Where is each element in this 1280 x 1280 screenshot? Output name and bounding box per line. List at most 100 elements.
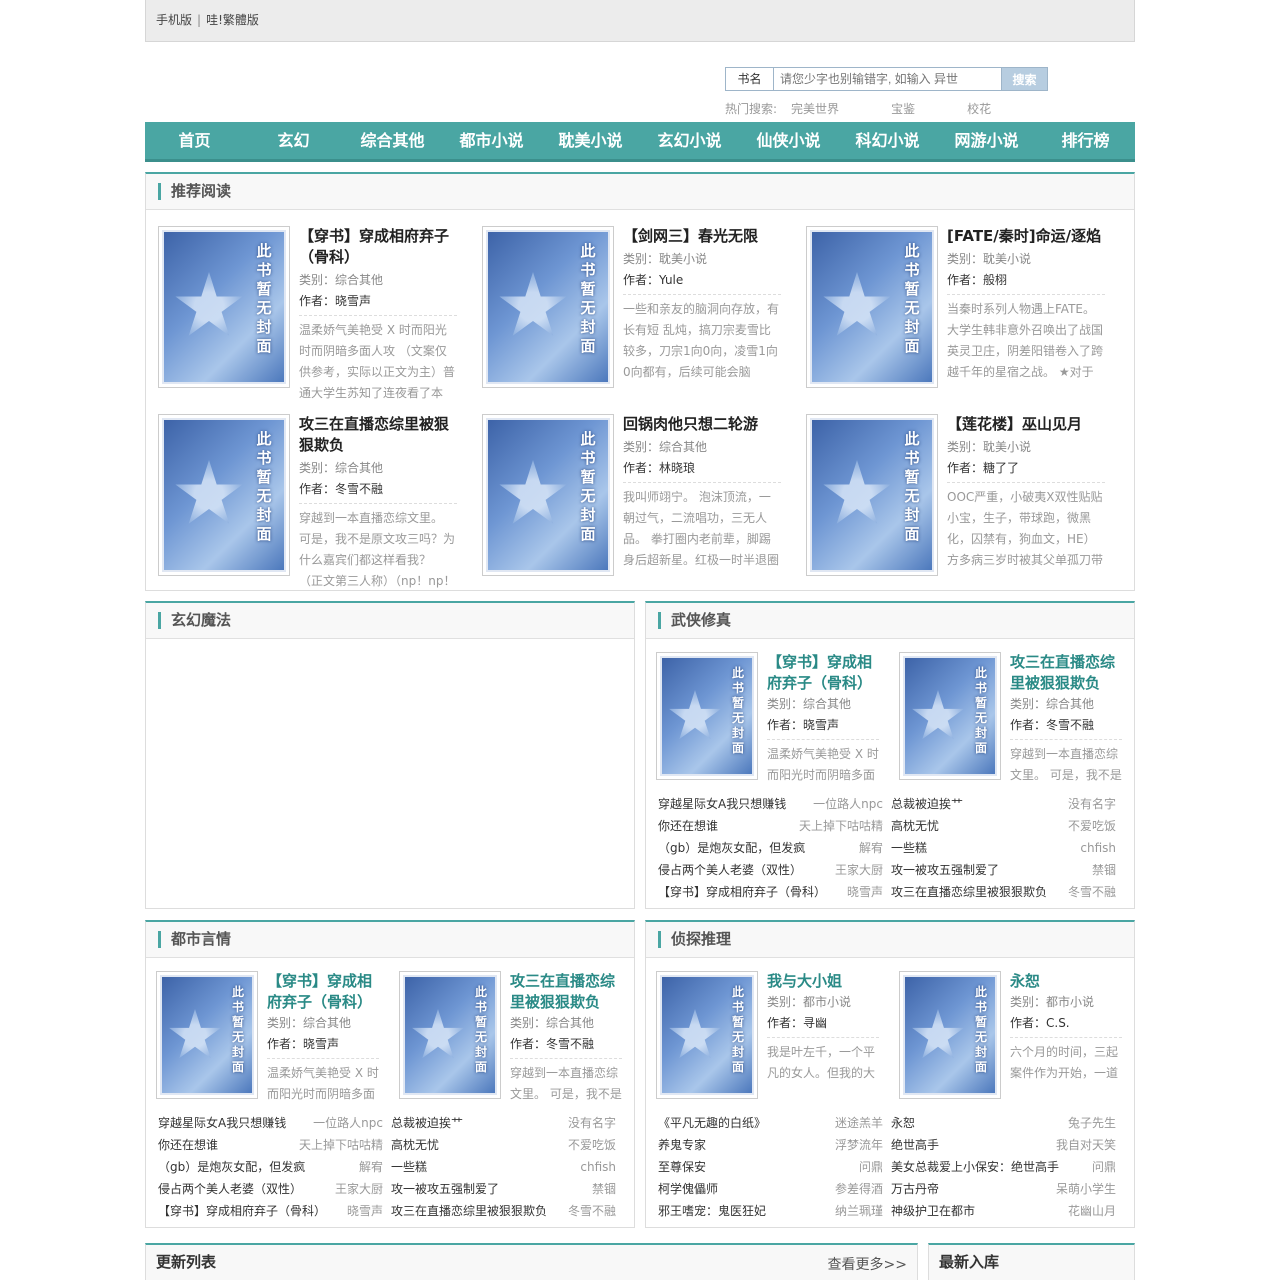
list-item-title[interactable]: 穿越星际女A我只想赚钱: [658, 793, 786, 815]
nav-urban[interactable]: 都市小说: [442, 122, 541, 159]
mobile-version-link[interactable]: 手机版: [156, 13, 192, 27]
book-author: 作者：晓雪声: [767, 715, 879, 740]
list-item-title[interactable]: （gb）是炮灰女配，但发疯: [158, 1156, 305, 1178]
book-cover[interactable]: 此书暂无封面: [656, 652, 758, 780]
cover-decoration: [823, 272, 891, 336]
book-description: 我叫师翊宁。 泡沫顶流，一朝过气，二流唱功，三无人品。 拳打圈内老前辈，脚踢身后…: [623, 490, 780, 567]
book-description: 温柔娇气美艳受 X 时而阳光时而阴暗多面人攻 （文案仅供参考，实际以正文为主）普…: [299, 323, 456, 400]
nav-game[interactable]: 网游小说: [937, 122, 1036, 159]
book-title[interactable]: 【莲花楼】巫山见月: [947, 414, 1105, 435]
book-cover[interactable]: 此书暂无封面: [482, 226, 614, 388]
nav-xuanhuan[interactable]: 玄幻: [244, 122, 343, 159]
list-item: 你还在想谁 天上掉下咕咕精: [658, 815, 883, 837]
book-cover[interactable]: 此书暂无封面: [899, 971, 1001, 1099]
list-item-title[interactable]: 高枕无忧: [391, 1134, 439, 1156]
book-list: 总裁被迫挨艹 没有名字 高枕无忧 不爱吃饭 一些糕 chfish 攻一被攻五强制爱了 禁锢 攻三…: [891, 793, 1116, 903]
list-item-title[interactable]: 一些糕: [391, 1156, 427, 1178]
book-title[interactable]: 永恕: [1010, 971, 1122, 992]
book-cover[interactable]: 此书暂无封面: [156, 971, 258, 1099]
book-cover[interactable]: 此书暂无封面: [158, 414, 290, 576]
list-item-author: 没有名字: [567, 1116, 616, 1130]
book-cover[interactable]: 此书暂无封面: [806, 226, 938, 388]
list-item-title[interactable]: 一些糕: [891, 837, 927, 859]
book-cover[interactable]: 此书暂无封面: [656, 971, 758, 1099]
cover-image: 此书暂无封面: [162, 418, 286, 572]
book-title[interactable]: 【穿书】穿成相府弃子（骨科）: [767, 652, 879, 694]
panel-header: 最新入库: [929, 1245, 1134, 1280]
book-category: 类别：综合其他: [299, 461, 384, 475]
list-item-title[interactable]: 《平凡无趣的白纸》: [658, 1112, 766, 1134]
more-link[interactable]: 查看更多>>: [828, 1254, 907, 1274]
nav-other[interactable]: 综合其他: [343, 122, 442, 159]
book-category: 类别：耽美小说: [947, 440, 1032, 454]
list-item-author: 天上掉下咕咕精: [298, 1138, 383, 1152]
list-item-author: 王家大厨: [334, 1182, 383, 1196]
list-item-title[interactable]: （gb）是炮灰女配，但发疯: [658, 837, 805, 859]
nav-xianxia[interactable]: 仙侠小说: [739, 122, 838, 159]
hot-search-item[interactable]: 宝鉴: [891, 102, 915, 116]
list-item: 穿越星际女A我只想赚钱 一位路人npc: [158, 1112, 383, 1134]
list-item-author: 冬雪不融: [1067, 885, 1116, 899]
list-item-title[interactable]: 至尊保安: [658, 1156, 706, 1178]
nav-danmei[interactable]: 耽美小说: [541, 122, 640, 159]
list-item-title[interactable]: 穿越星际女A我只想赚钱: [158, 1112, 286, 1134]
list-item-title[interactable]: 你还在想谁: [158, 1134, 218, 1156]
book-title[interactable]: 【穿书】穿成相府弃子（骨科）: [299, 226, 457, 268]
cover-image: 此书暂无封面: [486, 418, 610, 572]
hot-search-item[interactable]: 校花: [967, 102, 991, 116]
list-item-title[interactable]: 邪王嗜宠：鬼医狂妃: [658, 1200, 766, 1222]
nav-home[interactable]: 首页: [145, 122, 244, 159]
nav-scifi[interactable]: 科幻小说: [838, 122, 937, 159]
list-item-title[interactable]: 侵占两个美人老婆（双性）: [158, 1178, 302, 1200]
list-item: 侵占两个美人老婆（双性） 王家大厨: [658, 859, 883, 881]
nav-fantasy[interactable]: 玄幻小说: [640, 122, 739, 159]
nav-ranking[interactable]: 排行榜: [1036, 122, 1135, 159]
book-info: 永恕类别：都市小说作者：C.S. 六个月的时间，三起案件作为开始，一道题，正动摇着…: [1010, 971, 1122, 1082]
book-title[interactable]: 我与大小姐: [767, 971, 879, 992]
list-item-title[interactable]: 攻三在直播恋综里被狠狠欺负: [391, 1200, 547, 1222]
list-item-title[interactable]: 总裁被迫挨艹: [391, 1112, 463, 1134]
list-item-title[interactable]: 神级护卫在都市: [891, 1200, 975, 1222]
list-item-title[interactable]: 养鬼专家: [658, 1134, 706, 1156]
list-item: 一些糕 chfish: [391, 1156, 616, 1178]
book-author: 作者：寻幽: [767, 1013, 879, 1038]
book-card: 此书暂无封面 【穿书】穿成相府弃子（骨科） 类别：综合其他 作者：晓雪声 温柔娇气美艳受…: [656, 652, 886, 797]
book-title[interactable]: 回锅肉他只想二轮游: [623, 414, 781, 435]
list-item-title[interactable]: 侵占两个美人老婆（双性）: [658, 859, 802, 881]
list-item-title[interactable]: 高枕无忧: [891, 815, 939, 837]
book-cover[interactable]: 此书暂无封面: [482, 414, 614, 576]
list-item-title[interactable]: 【穿书】穿成相府弃子（骨科）: [658, 881, 826, 903]
search-input[interactable]: [773, 67, 1002, 91]
book-title[interactable]: 【穿书】穿成相府弃子（骨科）: [267, 971, 379, 1013]
book-title[interactable]: 攻三在直播恋综里被狠狠欺负: [299, 414, 457, 456]
book-category: 类别：都市小说: [767, 995, 852, 1009]
book-cover[interactable]: 此书暂无封面: [899, 652, 1001, 780]
list-item-title[interactable]: 万古丹帝: [891, 1178, 939, 1200]
list-item-title[interactable]: 你还在想谁: [658, 815, 718, 837]
list-item-title[interactable]: 美女总裁爱上小保安：绝世高手: [891, 1156, 1059, 1178]
list-item-title[interactable]: 绝世高手: [891, 1134, 939, 1156]
book-category: 类别：综合其他: [1010, 697, 1095, 711]
cover-decoration: [175, 272, 243, 336]
list-item-title[interactable]: 【穿书】穿成相府弃子（骨科）: [158, 1200, 326, 1222]
book-cover[interactable]: 此书暂无封面: [806, 414, 938, 576]
traditional-chinese-link[interactable]: 哇!繁體版: [206, 13, 259, 27]
list-item: 【穿书】穿成相府弃子（骨科） 晓雪声: [158, 1200, 383, 1222]
book-title[interactable]: 【剑网三】春光无限: [623, 226, 781, 247]
book-title[interactable]: [FATE/秦时]命运/逐焰: [947, 226, 1105, 247]
list-item-title[interactable]: 永恕: [891, 1112, 915, 1134]
list-item-title[interactable]: 攻一被攻五强制爱了: [891, 859, 999, 881]
book-cover[interactable]: 此书暂无封面: [158, 226, 290, 388]
book-description: 穿越到一本直播恋综文里。 可是，我不是原文攻三吗？为什: [1010, 747, 1122, 782]
list-item-title[interactable]: 攻三在直播恋综里被狠狠欺负: [891, 881, 1047, 903]
search-button[interactable]: 搜索: [1002, 67, 1048, 91]
hot-search-item[interactable]: 完美世界: [791, 102, 839, 116]
book-title[interactable]: 攻三在直播恋综里被狠狠欺负: [1010, 652, 1122, 694]
list-item-title[interactable]: 攻一被攻五强制爱了: [391, 1178, 499, 1200]
book-title[interactable]: 攻三在直播恋综里被狠狠欺负: [510, 971, 622, 1013]
list-item-title[interactable]: 总裁被迫挨艹: [891, 793, 963, 815]
book-category: 类别：综合其他: [623, 440, 708, 454]
book-cover[interactable]: 此书暂无封面: [399, 971, 501, 1099]
search-type-label[interactable]: 书名: [725, 67, 773, 91]
list-item-title[interactable]: 柯学傀儡师: [658, 1178, 718, 1200]
